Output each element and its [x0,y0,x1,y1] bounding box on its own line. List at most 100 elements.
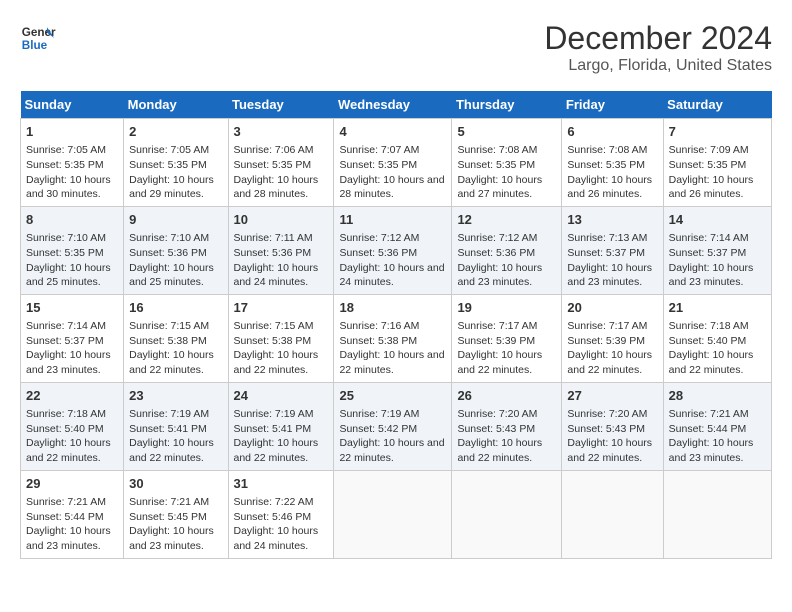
header-cell-monday: Monday [124,91,228,119]
day-number: 9 [129,211,222,229]
day-number: 28 [669,387,766,405]
day-number: 29 [26,475,118,493]
day-number: 26 [457,387,556,405]
day-number: 21 [669,299,766,317]
calendar-cell: 20 Sunrise: 7:17 AMSunset: 5:39 PMDayligh… [562,294,663,382]
calendar-cell: 1 Sunrise: 7:05 AMSunset: 5:35 PMDaylight… [21,119,124,207]
day-number: 24 [234,387,329,405]
header-cell-thursday: Thursday [452,91,562,119]
calendar-cell: 3Sunrise: 7:06 AMSunset: 5:35 PMDaylight… [228,119,334,207]
day-number: 22 [26,387,118,405]
calendar-table: SundayMondayTuesdayWednesdayThursdayFrid… [20,91,772,559]
day-number: 2 [129,123,222,141]
svg-text:General: General [22,26,56,39]
header-row: SundayMondayTuesdayWednesdayThursdayFrid… [21,91,772,119]
day-number: 6 [567,123,657,141]
calendar-cell: 4Sunrise: 7:07 AMSunset: 5:35 PMDaylight… [334,119,452,207]
calendar-cell: 6 Sunrise: 7:08 AMSunset: 5:35 PMDaylight… [562,119,663,207]
day-info: Sunrise: 7:18 AMSunset: 5:40 PMDaylight:… [669,319,766,378]
day-number: 20 [567,299,657,317]
day-number: 14 [669,211,766,229]
day-number: 7 [669,123,766,141]
calendar-cell: 28 Sunrise: 7:21 AMSunset: 5:44 PMDayligh… [663,382,771,470]
day-info: Sunrise: 7:12 AMSunset: 5:36 PMDaylight:… [457,231,556,290]
calendar-cell: 26Sunrise: 7:20 AMSunset: 5:43 PMDayligh… [452,382,562,470]
calendar-cell: 12 Sunrise: 7:12 AMSunset: 5:36 PMDayligh… [452,206,562,294]
header-cell-saturday: Saturday [663,91,771,119]
day-number: 19 [457,299,556,317]
calendar-cell [663,470,771,558]
week-row-5: 29 Sunrise: 7:21 AMSunset: 5:44 PMDayligh… [21,470,772,558]
day-info: Sunrise: 7:20 AMSunset: 5:43 PMDaylight:… [567,407,657,466]
day-number: 13 [567,211,657,229]
calendar-cell: 21 Sunrise: 7:18 AMSunset: 5:40 PMDayligh… [663,294,771,382]
day-number: 25 [339,387,446,405]
day-info: Sunrise: 7:15 AMSunset: 5:38 PMDaylight:… [129,319,222,378]
day-info: Sunrise: 7:21 AMSunset: 5:44 PMDaylight:… [26,495,118,554]
calendar-cell: 15Sunrise: 7:14 AMSunset: 5:37 PMDayligh… [21,294,124,382]
day-number: 15 [26,299,118,317]
day-info: Sunrise: 7:16 AMSunset: 5:38 PMDaylight:… [339,319,446,378]
calendar-cell: 17 Sunrise: 7:15 AMSunset: 5:38 PMDayligh… [228,294,334,382]
day-info: Sunrise: 7:22 AMSunset: 5:46 PMDaylight:… [234,495,329,554]
week-row-2: 8 Sunrise: 7:10 AMSunset: 5:35 PMDaylight… [21,206,772,294]
calendar-cell: 18 Sunrise: 7:16 AMSunset: 5:38 PMDayligh… [334,294,452,382]
calendar-cell: 27Sunrise: 7:20 AMSunset: 5:43 PMDayligh… [562,382,663,470]
day-info: Sunrise: 7:21 AMSunset: 5:44 PMDaylight:… [669,407,766,466]
day-number: 18 [339,299,446,317]
calendar-cell: 5 Sunrise: 7:08 AMSunset: 5:35 PMDaylight… [452,119,562,207]
calendar-cell [452,470,562,558]
day-info: Sunrise: 7:19 AMSunset: 5:41 PMDaylight:… [234,407,329,466]
day-number: 30 [129,475,222,493]
calendar-cell: 8 Sunrise: 7:10 AMSunset: 5:35 PMDaylight… [21,206,124,294]
day-info: Sunrise: 7:08 AMSunset: 5:35 PMDaylight:… [567,143,657,202]
logo-icon: General Blue [20,20,56,56]
day-info: Sunrise: 7:14 AMSunset: 5:37 PMDaylight:… [669,231,766,290]
page-subtitle: Largo, Florida, United States [544,57,772,75]
calendar-cell: 24 Sunrise: 7:19 AMSunset: 5:41 PMDayligh… [228,382,334,470]
day-number: 12 [457,211,556,229]
day-info: Sunrise: 7:05 AMSunset: 5:35 PMDaylight:… [26,143,118,202]
title-block: December 2024 Largo, Florida, United Sta… [544,20,772,75]
day-info: Sunrise: 7:15 AMSunset: 5:38 PMDaylight:… [234,319,329,378]
calendar-cell: 25Sunrise: 7:19 AMSunset: 5:42 PMDayligh… [334,382,452,470]
day-info: Sunrise: 7:21 AMSunset: 5:45 PMDaylight:… [129,495,222,554]
calendar-cell: 11Sunrise: 7:12 AMSunset: 5:36 PMDayligh… [334,206,452,294]
page-header: General Blue December 2024 Largo, Florid… [20,20,772,75]
day-info: Sunrise: 7:19 AMSunset: 5:41 PMDaylight:… [129,407,222,466]
calendar-cell: 14 Sunrise: 7:14 AMSunset: 5:37 PMDayligh… [663,206,771,294]
day-info: Sunrise: 7:09 AMSunset: 5:35 PMDaylight:… [669,143,766,202]
logo: General Blue [20,20,56,56]
calendar-cell: 13 Sunrise: 7:13 AMSunset: 5:37 PMDayligh… [562,206,663,294]
calendar-cell: 22Sunrise: 7:18 AMSunset: 5:40 PMDayligh… [21,382,124,470]
week-row-3: 15Sunrise: 7:14 AMSunset: 5:37 PMDayligh… [21,294,772,382]
day-number: 10 [234,211,329,229]
calendar-cell: 30 Sunrise: 7:21 AMSunset: 5:45 PMDayligh… [124,470,228,558]
day-info: Sunrise: 7:11 AMSunset: 5:36 PMDaylight:… [234,231,329,290]
week-row-1: 1 Sunrise: 7:05 AMSunset: 5:35 PMDaylight… [21,119,772,207]
header-cell-wednesday: Wednesday [334,91,452,119]
calendar-cell: 19 Sunrise: 7:17 AMSunset: 5:39 PMDayligh… [452,294,562,382]
day-info: Sunrise: 7:17 AMSunset: 5:39 PMDaylight:… [457,319,556,378]
day-number: 17 [234,299,329,317]
header-cell-tuesday: Tuesday [228,91,334,119]
day-info: Sunrise: 7:10 AMSunset: 5:35 PMDaylight:… [26,231,118,290]
day-info: Sunrise: 7:13 AMSunset: 5:37 PMDaylight:… [567,231,657,290]
day-info: Sunrise: 7:08 AMSunset: 5:35 PMDaylight:… [457,143,556,202]
header-cell-sunday: Sunday [21,91,124,119]
day-info: Sunrise: 7:10 AMSunset: 5:36 PMDaylight:… [129,231,222,290]
day-info: Sunrise: 7:05 AMSunset: 5:35 PMDaylight:… [129,143,222,202]
calendar-cell: 2 Sunrise: 7:05 AMSunset: 5:35 PMDaylight… [124,119,228,207]
day-number: 3 [234,123,329,141]
calendar-cell: 9 Sunrise: 7:10 AMSunset: 5:36 PMDaylight… [124,206,228,294]
day-number: 1 [26,123,118,141]
header-cell-friday: Friday [562,91,663,119]
day-number: 8 [26,211,118,229]
week-row-4: 22Sunrise: 7:18 AMSunset: 5:40 PMDayligh… [21,382,772,470]
day-number: 5 [457,123,556,141]
day-info: Sunrise: 7:17 AMSunset: 5:39 PMDaylight:… [567,319,657,378]
day-number: 16 [129,299,222,317]
calendar-cell [562,470,663,558]
calendar-cell: 31Sunrise: 7:22 AMSunset: 5:46 PMDayligh… [228,470,334,558]
day-info: Sunrise: 7:07 AMSunset: 5:35 PMDaylight:… [339,143,446,202]
